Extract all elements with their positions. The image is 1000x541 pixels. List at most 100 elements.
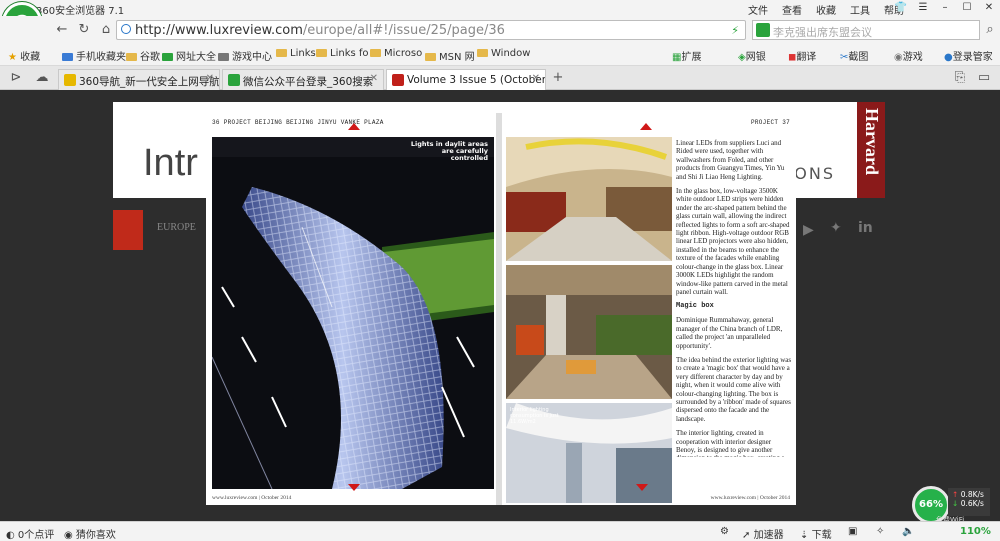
address-bar[interactable]: http://www.luxreview.com/europe/all#!/is… [116, 20, 746, 40]
speed-panel: ↑ 0.8K/s ↓ 0.6K/s [948, 488, 990, 516]
folder-icon [477, 49, 488, 57]
sidebar-toggle-icon[interactable]: ⊳ [8, 70, 24, 86]
search-icon[interactable]: ⌕ [982, 22, 998, 38]
up-arrow-icon[interactable] [640, 123, 652, 130]
harvard-badge: Harvard [857, 102, 885, 198]
search-box[interactable]: 李克强出席东盟会议 [752, 20, 980, 40]
minimize-button[interactable]: – [934, 0, 956, 16]
close-button[interactable]: ✕ [978, 0, 1000, 16]
navigation-bar: ← ↻ ⌂ http://www.luxreview.com/europe/al… [0, 16, 1000, 44]
close-tab-icon[interactable]: ✕ [206, 73, 214, 84]
magazine-spread: 36 PROJECT BEIJING BEIJING JINYU VANKE P… [206, 113, 796, 505]
close-tab-icon[interactable]: ✕ [370, 73, 378, 84]
tab-label: Volume 3 Issue 5 (October [407, 74, 546, 86]
linkedin-icon[interactable]: in [858, 220, 873, 236]
bookmark-msn[interactable]: MSN 网 [425, 48, 475, 63]
bookmark-windows[interactable]: Window [477, 48, 530, 59]
tab-list-icon[interactable]: ▭ [976, 70, 992, 86]
folder-icon [126, 53, 137, 61]
screen-icon[interactable]: ▣ [848, 526, 857, 537]
maximize-button[interactable]: ☐ [956, 0, 978, 16]
tab-label: 微信公众平台登录_360搜索 [243, 76, 374, 88]
article-paragraph: Linear LEDs from suppliers Luci and Ride… [676, 139, 785, 181]
close-tab-icon[interactable]: ✕ [532, 73, 540, 84]
login-manager-button[interactable]: ●登录管家 [944, 48, 993, 63]
page-left[interactable]: 36 PROJECT BEIJING BEIJING JINYU VANKE P… [206, 113, 496, 505]
article-text: Linear LEDs from suppliers Luci and Ride… [676, 139, 792, 463]
title-bar: 360安全浏览器 7.1 文件 查看 收藏 工具 帮助 👕 ☰ – ☐ ✕ [0, 0, 1000, 17]
shield-icon: ◈ [738, 52, 746, 63]
search-engine-icon[interactable] [756, 23, 770, 37]
zoom-level[interactable]: 110% [960, 526, 991, 537]
accelerator-button[interactable]: ➚ 加速器 [742, 526, 784, 541]
lightning-icon[interactable]: ⚡ [731, 24, 739, 37]
restore-tabs-icon[interactable]: ⎘ [952, 70, 968, 86]
comment-icon: ◐ [6, 530, 15, 541]
menu-favorites[interactable]: 收藏 [816, 2, 836, 17]
games-button[interactable]: ◉游戏 [894, 48, 923, 63]
building-photo: Lights in daylit areas are carefully con… [212, 137, 494, 489]
extensions-button[interactable]: ▦扩展 [672, 48, 701, 63]
guess-like-button[interactable]: ◉ 猜你喜欢 [64, 526, 116, 541]
url-path: /europe/all#!/issue/25/page/36 [302, 23, 505, 38]
tab-favicon-icon [228, 74, 240, 86]
bookmark-mobile[interactable]: 手机收藏夹 [62, 48, 126, 63]
tab-weixin[interactable]: 微信公众平台登录_360搜索 ✕ [222, 69, 384, 90]
menu-icon[interactable]: ☰ [912, 0, 934, 16]
url-host: http://www.luxreview.com [135, 23, 303, 38]
mall-photo-2 [506, 265, 672, 399]
screenshot-button[interactable]: ✂截图 [840, 48, 868, 63]
site-logo-icon[interactable] [113, 210, 143, 250]
page-right[interactable]: PROJECT 37 Interior lighting consumption… [502, 113, 796, 505]
tab-bar: ⊳ ☁ 360导航_新一代安全上网导航 ✕ 微信公众平台登录_360搜索 ✕ V… [0, 66, 1000, 90]
youtube-icon[interactable]: ▶ [803, 222, 814, 238]
folder-icon [316, 49, 327, 57]
down-arrow-icon[interactable] [348, 484, 360, 491]
volume-icon[interactable]: 🔈 [902, 526, 914, 537]
bookmark-favorites[interactable]: ★ 收藏 [8, 48, 40, 63]
down-arrow-icon[interactable] [636, 484, 648, 491]
menu-view[interactable]: 查看 [782, 2, 802, 17]
right-page-footer: www.luxreview.com | October 2014 [710, 495, 790, 501]
section-label[interactable]: EUROPE [157, 222, 196, 233]
bookmark-hao[interactable]: 网址大全 [162, 48, 216, 63]
comments-status[interactable]: ◐ 0个点评 [6, 526, 54, 541]
new-tab-plus-icon[interactable]: + [550, 70, 566, 86]
banner-side-text: ONS [794, 164, 835, 183]
skin-icon[interactable]: 👕 [890, 0, 912, 16]
tab-luxreview[interactable]: Volume 3 Issue 5 (October ✕ [386, 69, 546, 90]
bookmark-microsoft[interactable]: Microso [370, 48, 422, 59]
download-button[interactable]: ⇣ 下载 [800, 526, 832, 541]
back-arrow-icon[interactable]: ← [54, 22, 70, 38]
download-icon: ⇣ [800, 530, 809, 541]
bookmark-google[interactable]: 谷歌 [126, 48, 160, 63]
search-placeholder: 李克强出席东盟会议 [773, 26, 872, 39]
thumb-icon: ◉ [64, 530, 73, 541]
clean-icon[interactable]: ✧ [876, 526, 884, 537]
cloud-icon[interactable]: ☁ [34, 70, 50, 86]
gamepad-icon: ◉ [894, 52, 903, 63]
phone-icon [62, 53, 73, 61]
download-speed: ↓ 0.6K/s [952, 499, 984, 508]
tab-favicon-icon [64, 74, 76, 86]
menu-tools[interactable]: 工具 [850, 2, 870, 17]
article-paragraph: In the glass box, low-voltage 3500K whit… [676, 187, 790, 296]
bookmark-games[interactable]: 游戏中心 [218, 48, 272, 63]
page-content: Intr ONS Harvard EUROPE ▶ ✦ in 36 PROJEC… [0, 90, 1000, 521]
right-page-header: PROJECT 37 [750, 119, 790, 126]
ebank-button[interactable]: ◈网银 [738, 48, 766, 63]
tab-favicon-icon [392, 74, 404, 86]
speed-mode-icon[interactable]: ⚙ [720, 526, 729, 537]
translate-button[interactable]: ◼翻译 [788, 48, 816, 63]
left-page-footer: www.luxreview.com | October 2014 [212, 495, 292, 501]
twitter-icon[interactable]: ✦ [830, 220, 842, 236]
bookmark-links-fo[interactable]: Links fo [316, 48, 369, 59]
folder-icon [425, 53, 436, 61]
bookmark-links[interactable]: Links [276, 48, 316, 59]
star-icon: ★ [8, 52, 17, 63]
menu-file[interactable]: 文件 [748, 2, 768, 17]
up-arrow-icon[interactable] [348, 123, 360, 130]
home-icon[interactable]: ⌂ [98, 22, 114, 38]
refresh-icon[interactable]: ↻ [76, 22, 92, 38]
tab-360-nav[interactable]: 360导航_新一代安全上网导航 ✕ [58, 69, 220, 90]
